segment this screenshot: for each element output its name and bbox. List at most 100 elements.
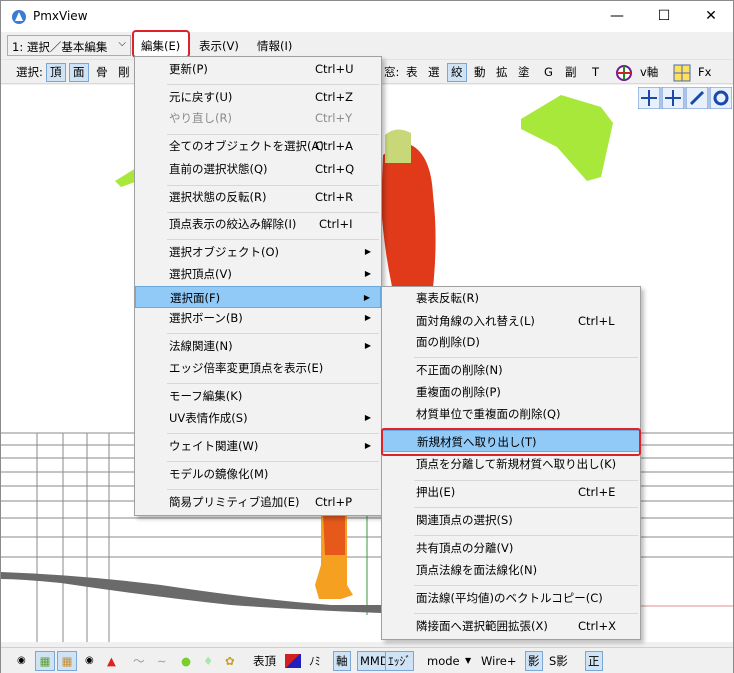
triangle-icon[interactable]: ▲ — [105, 651, 118, 671]
color-swatch[interactable] — [285, 654, 301, 668]
toggle-vertex[interactable]: 頂 — [46, 63, 66, 82]
menu-item-label: UV表情作成(S) — [169, 411, 248, 425]
menu-separator — [167, 333, 379, 334]
self-shadow-toggle[interactable]: S影 — [547, 651, 570, 671]
menu-item-selected-face[interactable]: 選択面(F) ▶ — [135, 286, 381, 308]
menu-item-undo[interactable]: 元に戻す(U) Ctrl+Z — [135, 86, 381, 108]
menu-view[interactable]: 表示(V) — [199, 38, 239, 54]
menu-item-shortcut: Ctrl+Z — [315, 90, 353, 104]
mode-dropdown-chevron-icon[interactable]: ▼ — [463, 651, 473, 671]
menu-item-label: 選択ボーン(B) — [169, 311, 243, 325]
toggle-window-move[interactable]: 動 — [471, 63, 489, 82]
toggle-window-paint[interactable]: 塗 — [515, 63, 533, 82]
minimize-button[interactable]: — — [594, 1, 640, 32]
submenu-item-delete-face[interactable]: 面の削除(D) — [382, 331, 640, 353]
menu-item-select-all[interactable]: 全てのオブジェクトを選択(A) Ctrl+A — [135, 135, 381, 157]
menu-info[interactable]: 情報(I) — [257, 38, 292, 54]
menu-item-update[interactable]: 更新(P) Ctrl+U — [135, 58, 381, 80]
menu-edit[interactable]: 編集(E) — [141, 38, 180, 54]
toggle-window-filter[interactable]: 絞 — [447, 63, 467, 82]
surface-vertex-label[interactable]: 表頂 — [251, 651, 278, 671]
toggle-window-t[interactable]: T — [589, 63, 602, 82]
menu-item-uv-morph[interactable]: UV表情作成(S) ▶ — [135, 407, 381, 429]
nomi-label[interactable]: ﾉﾐ — [307, 651, 323, 671]
menu-bar: 1: 選択／基本編集 ⌵ — [1, 32, 733, 59]
menu-item-label: 裏表反転(R) — [416, 291, 479, 305]
radio-icon[interactable]: ◉ — [15, 651, 28, 671]
bone-icon[interactable]: ● — [179, 651, 193, 671]
curve-icon[interactable]: ∼ — [155, 651, 169, 671]
menu-item-clear-vertex-filter[interactable]: 頂点表示の絞込み解除(I) Ctrl+I — [135, 213, 381, 235]
menu-item-shortcut: Ctrl+E — [578, 485, 616, 499]
menu-item-label: ウェイト関連(W) — [169, 439, 259, 453]
submenu-item-vertex-to-face-normal[interactable]: 頂点法線を面法線化(N) — [382, 559, 640, 581]
window-title: PmxView — [33, 9, 88, 23]
vertex-view-icon[interactable]: ▦ — [35, 651, 55, 671]
menu-item-previous-selection[interactable]: 直前の選択状態(Q) Ctrl+Q — [135, 158, 381, 180]
mode-dropdown[interactable]: mode — [425, 651, 462, 671]
submenu-arrow-icon: ▶ — [363, 293, 370, 302]
submenu-item-extrude[interactable]: 押出(E) Ctrl+E — [382, 481, 640, 503]
chevron-down-icon: ⌵ — [118, 38, 126, 49]
mode-select-value: 1: 選択／基本編集 — [12, 40, 108, 54]
menu-item-shortcut: Ctrl+U — [315, 62, 354, 76]
face-view-icon[interactable]: ▦ — [57, 651, 77, 671]
axis-toggle[interactable]: 軸 — [333, 651, 351, 671]
menu-item-selected-vertex[interactable]: 選択頂点(V) ▶ — [135, 263, 381, 285]
menu-item-mirror-model[interactable]: モデルの鏡像化(M) — [135, 463, 381, 485]
menu-separator — [414, 507, 638, 508]
wire-plus-button[interactable]: Wire+ — [479, 651, 519, 671]
menu-item-invert-selection[interactable]: 選択状態の反転(R) Ctrl+R — [135, 186, 381, 208]
select-label: 選択: — [16, 65, 43, 79]
menu-item-morph-edit[interactable]: モーフ編集(K) — [135, 385, 381, 407]
grid-icon[interactable] — [673, 64, 691, 82]
menu-item-label: 法線関連(N) — [169, 339, 233, 353]
toggle-face[interactable]: 面 — [69, 63, 89, 82]
menu-item-add-primitive[interactable]: 簡易プリミティブ追加(E) Ctrl+P — [135, 491, 381, 513]
menu-separator — [414, 357, 638, 358]
menu-item-redo[interactable]: やり直し(R) Ctrl+Y — [135, 107, 381, 129]
toggle-window-sub[interactable]: 副 — [562, 63, 580, 82]
v-axis-button[interactable]: v軸 — [637, 63, 661, 82]
menu-item-edge-scale-vertices[interactable]: エッジ倍率変更頂点を表示(E) — [135, 357, 381, 379]
menu-item-selected-bone[interactable]: 選択ボーン(B) ▶ — [135, 307, 381, 329]
radio-icon-2[interactable]: ◉ — [83, 651, 96, 671]
toggle-window-scale[interactable]: 拡 — [493, 63, 511, 82]
mode-select[interactable]: 1: 選択／基本編集 ⌵ — [7, 35, 131, 56]
toggle-window-display[interactable]: 表 — [403, 63, 421, 82]
submenu-item-expand-selection[interactable]: 隣接面へ選択範囲拡張(X) Ctrl+X — [382, 615, 640, 637]
close-button[interactable]: ✕ — [688, 1, 734, 32]
menu-item-selected-object[interactable]: 選択オブジェクト(O) ▶ — [135, 241, 381, 263]
submenu-item-select-related[interactable]: 関連頂点の選択(S) — [382, 509, 640, 531]
leaf-icon[interactable]: ♦ — [201, 651, 215, 671]
submenu-item-split-shared[interactable]: 共有頂点の分離(V) — [382, 537, 640, 559]
fx-button[interactable]: Fx — [695, 63, 714, 82]
menu-item-normals[interactable]: 法線関連(N) ▶ — [135, 335, 381, 357]
submenu-item-split-extract[interactable]: 頂点を分離して新規材質へ取り出し(K) — [382, 453, 640, 475]
submenu-arrow-icon: ▶ — [364, 341, 371, 350]
toggle-bone[interactable]: 骨 — [93, 63, 111, 82]
submenu-item-swap-diagonal[interactable]: 面対角線の入れ替え(L) Ctrl+L — [382, 310, 640, 332]
extract-highlight — [381, 428, 641, 456]
shadow-toggle[interactable]: 影 — [525, 651, 543, 671]
edge-toggle[interactable]: ｴｯｼﾞ — [385, 651, 414, 671]
wave-icon[interactable]: ～ — [131, 651, 147, 671]
puzzle-icon[interactable]: ✿ — [223, 651, 237, 671]
maximize-button[interactable]: ☐ — [641, 1, 687, 32]
toggle-window-select[interactable]: 選 — [425, 63, 443, 82]
orthographic-toggle[interactable]: 正 — [585, 651, 603, 671]
submenu-item-copy-normal-vector[interactable]: 面法線(平均値)のベクトルコピー(C) — [382, 587, 640, 609]
toggle-window-g[interactable]: G — [541, 63, 556, 82]
window-label: 窓: — [384, 65, 400, 79]
menu-item-label: 面法線(平均値)のベクトルコピー(C) — [416, 591, 603, 605]
submenu-item-delete-duplicate[interactable]: 重複面の削除(P) — [382, 381, 640, 403]
view-tools[interactable] — [638, 87, 732, 109]
submenu-item-delete-duplicate-material[interactable]: 材質単位で重複面の削除(Q) — [382, 403, 640, 425]
axis-icon[interactable] — [615, 64, 633, 82]
menu-item-label: やり直し(R) — [169, 111, 232, 125]
menu-item-label: モデルの鏡像化(M) — [169, 467, 269, 481]
toggle-rigid[interactable]: 剛 — [115, 63, 133, 82]
menu-item-weight[interactable]: ウェイト関連(W) ▶ — [135, 435, 381, 457]
submenu-item-delete-invalid[interactable]: 不正面の削除(N) — [382, 359, 640, 381]
submenu-item-flip[interactable]: 裏表反転(R) — [382, 287, 640, 309]
